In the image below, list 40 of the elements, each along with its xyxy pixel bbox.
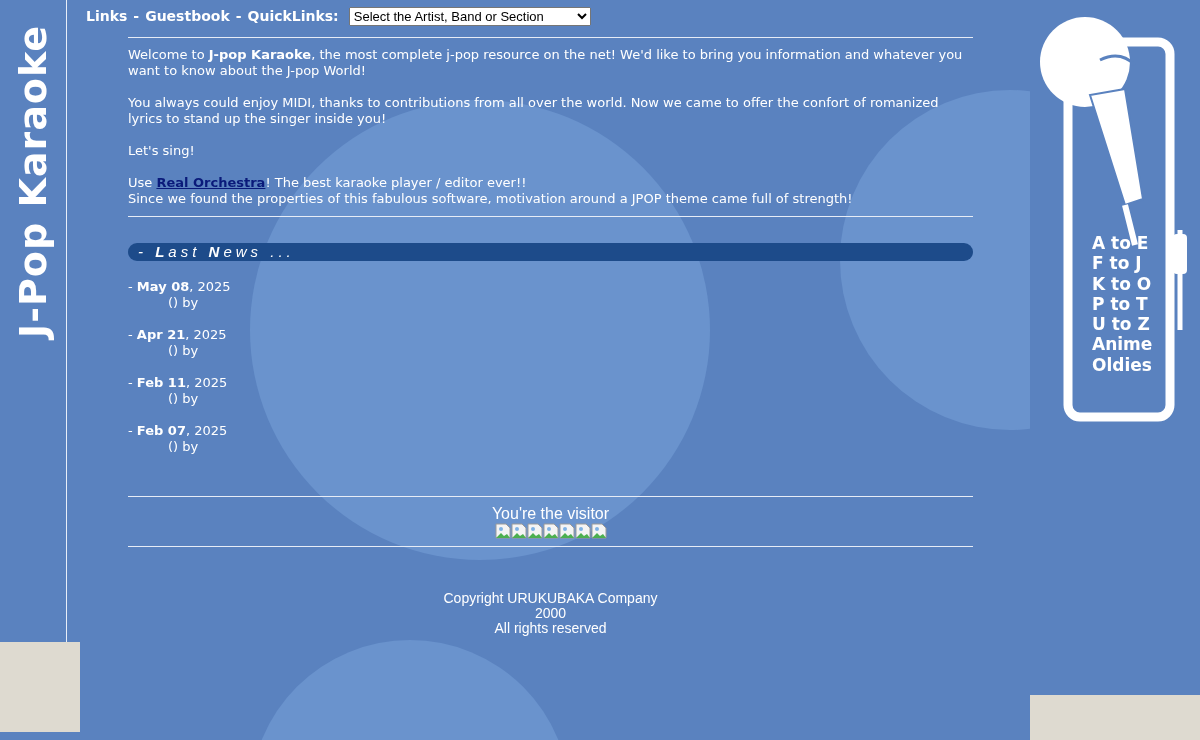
broken-image-icon <box>494 523 511 539</box>
separator-text: - <box>132 8 141 24</box>
section-link[interactable]: U to Z <box>1092 314 1150 335</box>
copyright-text: All rights reserved <box>493 621 608 636</box>
intro-paragraph: You always could enjoy MIDI, thanks to contributions from all over the world. Now we came to offer the confort of romanized lyrics to stand up the singer inside you! <box>128 95 940 127</box>
section-link[interactable]: F to J <box>1092 253 1142 274</box>
separator-text: - <box>234 8 243 24</box>
quicklinks-label: QuickLinks: <box>247 8 339 24</box>
copyright-text: 2000 <box>533 606 568 621</box>
section-link[interactable]: P to T <box>1092 293 1148 315</box>
section-link[interactable]: K to O <box>1092 273 1152 294</box>
broken-image-icon <box>526 523 543 539</box>
news-byline: () by <box>167 391 200 407</box>
intro-paragraph: Let's sing! <box>128 143 196 159</box>
vertical-logo-text: J-Pop Karaoke <box>11 25 55 338</box>
broken-image-icon <box>542 523 559 539</box>
intro-paragraph: Welcome to J-pop Karaoke, the most complete j-pop resource on the net! We'd like to bring you information and whatever you want to know about the J-pop World! <box>128 47 964 79</box>
section-link[interactable]: Oldies <box>1092 354 1152 376</box>
nav-link[interactable]: Guestbook <box>145 8 230 24</box>
intro-paragraph: Since we found the properties of this fabulous software, motivation around a JPOP theme came full of strength! <box>128 191 854 207</box>
real-orchestra-link[interactable]: Real Orchestra <box>156 175 266 190</box>
news-byline: () by <box>167 343 200 359</box>
broken-image-icon <box>510 523 527 539</box>
news-byline: () by <box>167 295 200 311</box>
news-date: - Apr 21, 2025 <box>128 327 228 343</box>
copyright-text: Copyright URUKUBAKA Company <box>442 591 659 606</box>
broken-image-icon <box>558 523 575 539</box>
news-date: - Feb 11, 2025 <box>128 375 229 391</box>
nav-link[interactable]: Links <box>86 8 128 24</box>
broken-image-icon <box>590 523 607 539</box>
section-link[interactable]: Anime <box>1092 334 1153 355</box>
quicklinks-select[interactable]: Select the Artist, Band or Section <box>348 6 591 26</box>
news-date: - Feb 07, 2025 <box>128 423 229 439</box>
news-byline: () by <box>167 439 200 455</box>
section-link[interactable]: A to E <box>1092 233 1149 254</box>
broken-image-icon <box>574 523 591 539</box>
news-heading-bar: - Last News ... <box>128 243 973 261</box>
visitor-label: You're the visitor <box>490 505 611 523</box>
news-date: - May 08, 2025 <box>128 279 232 295</box>
intro-paragraph: Use Real Orchestra! The best karaoke player / editor ever!! <box>128 175 528 191</box>
